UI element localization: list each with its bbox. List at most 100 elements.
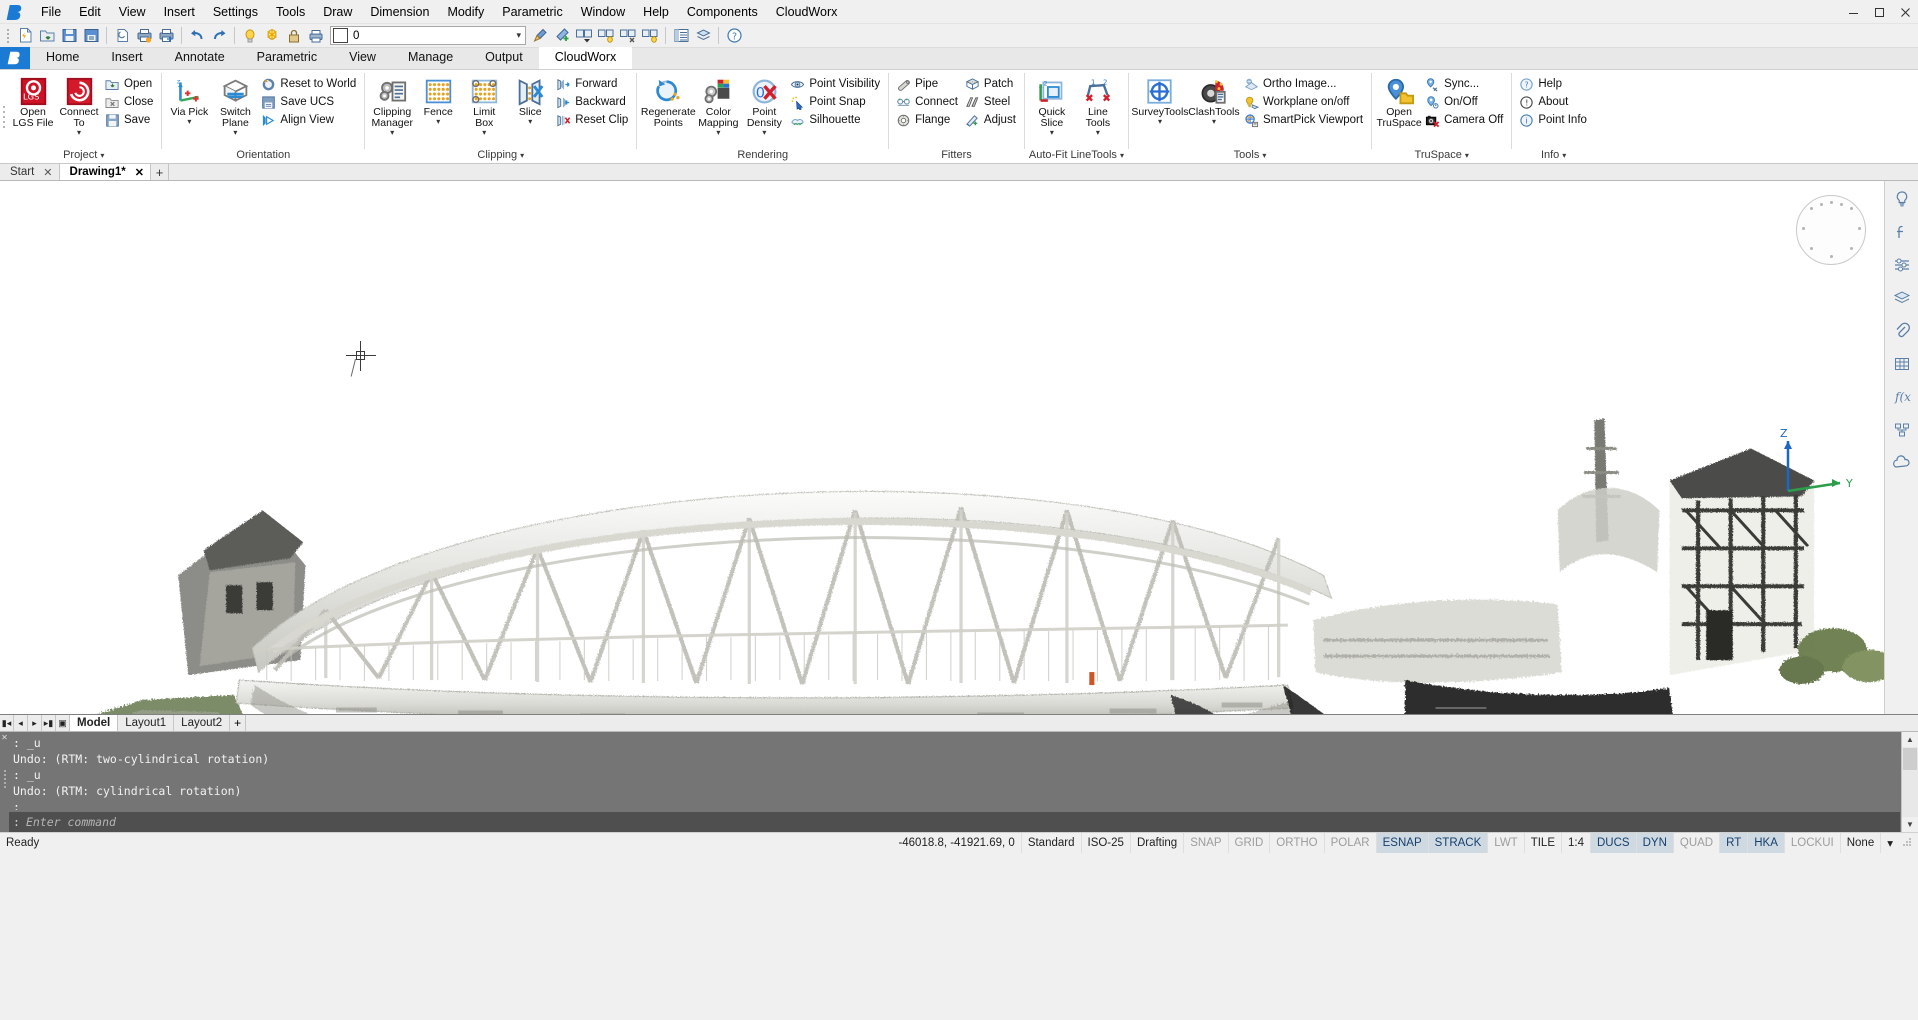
ribbon-item-align-view[interactable]: Align View (258, 111, 360, 129)
status-item-grid[interactable]: GRID (1228, 833, 1270, 853)
ribbon-panel-title[interactable]: TruSpace▾ (1376, 149, 1507, 163)
scroll-down-icon[interactable]: ▼ (1902, 817, 1918, 832)
first-layout-icon[interactable]: ▮◂ (0, 715, 14, 731)
ribbon-item-forward[interactable]: Forward (553, 75, 632, 93)
menu-item-file[interactable]: File (32, 2, 70, 22)
ribbon-item-ortho-image[interactable]: Ortho Image... (1241, 75, 1367, 93)
ribbon-panel-title[interactable]: Tools▾ (1133, 149, 1367, 163)
new-document-tab-button[interactable]: + (151, 164, 169, 180)
export-icon[interactable] (111, 25, 133, 46)
ribbon-button-slice[interactable]: Slice▾ (507, 74, 553, 126)
layout-tab-layout1[interactable]: Layout1 (118, 715, 174, 731)
ribbon-item-backward[interactable]: Backward (553, 93, 632, 111)
chevron-down-icon[interactable]: ▾ (1120, 151, 1124, 160)
ribbon-button-connect-to[interactable]: ConnectTo▾ (56, 74, 102, 137)
ribbon-button-line-tools[interactable]: 12LineTools▾ (1075, 74, 1121, 137)
menu-item-tools[interactable]: Tools (267, 2, 314, 22)
ribbon-item-camera-off[interactable]: Camera Off (1422, 111, 1507, 129)
layers-panel-icon[interactable] (670, 25, 692, 46)
menu-item-help[interactable]: Help (634, 2, 678, 22)
status-item-dyn[interactable]: DYN (1636, 833, 1673, 853)
ribbon-panel-title[interactable]: Clipping▾ (369, 149, 632, 163)
open-drawing-icon[interactable] (36, 25, 58, 46)
scrollbar-thumb[interactable] (1903, 748, 1917, 770)
menu-item-insert[interactable]: Insert (155, 2, 204, 22)
layer-iso-icon[interactable] (595, 25, 617, 46)
close-icon[interactable]: ✕ (1, 734, 8, 742)
chevron-down-icon[interactable]: ▾ (1262, 151, 1266, 160)
ribbon-tab-manage[interactable]: Manage (392, 47, 469, 69)
command-scrollbar[interactable]: ▲ ▼ (1901, 732, 1918, 832)
ribbon-button-clipping-manager[interactable]: ClippingManager▾ (369, 74, 415, 137)
status-item-snap[interactable]: SNAP (1183, 833, 1227, 853)
chevron-down-icon[interactable]: ▾ (516, 30, 521, 41)
status-item-lwt[interactable]: LWT (1487, 833, 1523, 853)
view-compass[interactable] (1796, 195, 1866, 265)
ribbon-tab-home[interactable]: Home (30, 47, 95, 69)
menu-item-edit[interactable]: Edit (70, 2, 110, 22)
layer-plot-icon[interactable] (305, 25, 327, 46)
chevron-down-icon[interactable]: ▾ (716, 129, 720, 137)
ribbon-item-point-visibility[interactable]: Point Visibility (787, 75, 884, 93)
ribbon-item-save[interactable]: Save (102, 111, 157, 129)
ribbon-tab-view[interactable]: View (333, 47, 392, 69)
chevron-down-icon[interactable]: ▾ (482, 129, 486, 137)
layout-tab-model[interactable]: Model (70, 715, 118, 731)
ribbon-button-fence[interactable]: Fence▾ (415, 74, 461, 126)
ribbon-button-open-truspace[interactable]: OpenTruSpace (1376, 74, 1422, 129)
ribbon-button-quick-slice[interactable]: 2QuickSlice▾ (1029, 74, 1075, 137)
ribbon-panel-title[interactable]: Project▾ (10, 149, 157, 163)
ribbon-button-switch-plane[interactable]: SwitchPlane▾ (212, 74, 258, 137)
next-layout-icon[interactable]: ▸ (28, 715, 42, 731)
ribbon-item-on-off[interactable]: On/Off (1422, 93, 1507, 111)
ribbon-button-surveytools[interactable]: SurveyTools▾ (1133, 74, 1187, 126)
new-drawing-icon[interactable] (14, 25, 36, 46)
ribbon-item-help[interactable]: ?Help (1516, 75, 1591, 93)
ribbon-item-reset-to-world[interactable]: Reset to World (258, 75, 360, 93)
publish-icon[interactable] (155, 25, 177, 46)
ribbon-button-clashtools[interactable]: ClashTools▾ (1187, 74, 1241, 126)
plot-icon[interactable] (133, 25, 155, 46)
status-item-tile[interactable]: TILE (1524, 833, 1561, 853)
layer-states-icon[interactable] (692, 25, 714, 46)
status-item-quad[interactable]: QUAD (1673, 833, 1719, 853)
minimize-button[interactable] (1840, 1, 1866, 23)
status-item-none[interactable]: None (1840, 833, 1881, 853)
menu-item-draw[interactable]: Draw (314, 2, 361, 22)
structure-icon[interactable] (1889, 418, 1915, 442)
status-item-standard[interactable]: Standard (1021, 833, 1081, 853)
new-layout-button[interactable]: + (230, 715, 246, 731)
close-icon[interactable]: ✕ (135, 166, 144, 179)
close-icon[interactable]: ✕ (43, 166, 52, 179)
undo-icon[interactable] (186, 25, 208, 46)
ribbon-app-button[interactable] (0, 47, 30, 69)
layer-lock-icon[interactable] (283, 25, 305, 46)
close-button[interactable] (1892, 1, 1918, 23)
ribbon-item-workplane-on-off[interactable]: Workplane on/off (1241, 93, 1367, 111)
function-icon[interactable] (1889, 220, 1915, 244)
status-item-iso-25[interactable]: ISO-25 (1081, 833, 1130, 853)
layers-icon[interactable] (1889, 286, 1915, 310)
menu-item-components[interactable]: Components (678, 2, 767, 22)
status-item-rt[interactable]: RT (1719, 833, 1747, 853)
ribbon-button-color-mapping[interactable]: ColorMapping▾ (695, 74, 741, 137)
chevron-down-icon[interactable]: ▾ (1212, 118, 1216, 126)
attach-icon[interactable] (1889, 319, 1915, 343)
ribbon-panel-title[interactable]: Auto-Fit LineTools▾ (1029, 149, 1124, 163)
status-item-esnap[interactable]: ESNAP (1376, 833, 1428, 853)
command-input[interactable]: : Enter command (9, 812, 1900, 832)
status-item-hka[interactable]: HKA (1747, 833, 1784, 853)
status-item-polar[interactable]: POLAR (1324, 833, 1376, 853)
chevron-down-icon[interactable]: ▾ (187, 118, 191, 126)
ribbon-item-pipe[interactable]: Pipe (893, 75, 962, 93)
maximize-button[interactable] (1866, 1, 1892, 23)
ribbon-item-sync[interactable]: Sync... (1422, 75, 1507, 93)
menu-item-dimension[interactable]: Dimension (361, 2, 438, 22)
layer-previous-icon[interactable] (573, 25, 595, 46)
menu-item-parametric[interactable]: Parametric (493, 2, 571, 22)
status-item-strack[interactable]: STRACK (1428, 833, 1488, 853)
chevron-down-icon[interactable]: ▾ (1880, 833, 1899, 853)
ribbon-item-silhouette[interactable]: Silhouette (787, 111, 884, 129)
layer-on-icon[interactable] (239, 25, 261, 46)
fx-icon[interactable]: f(x) (1889, 385, 1915, 409)
